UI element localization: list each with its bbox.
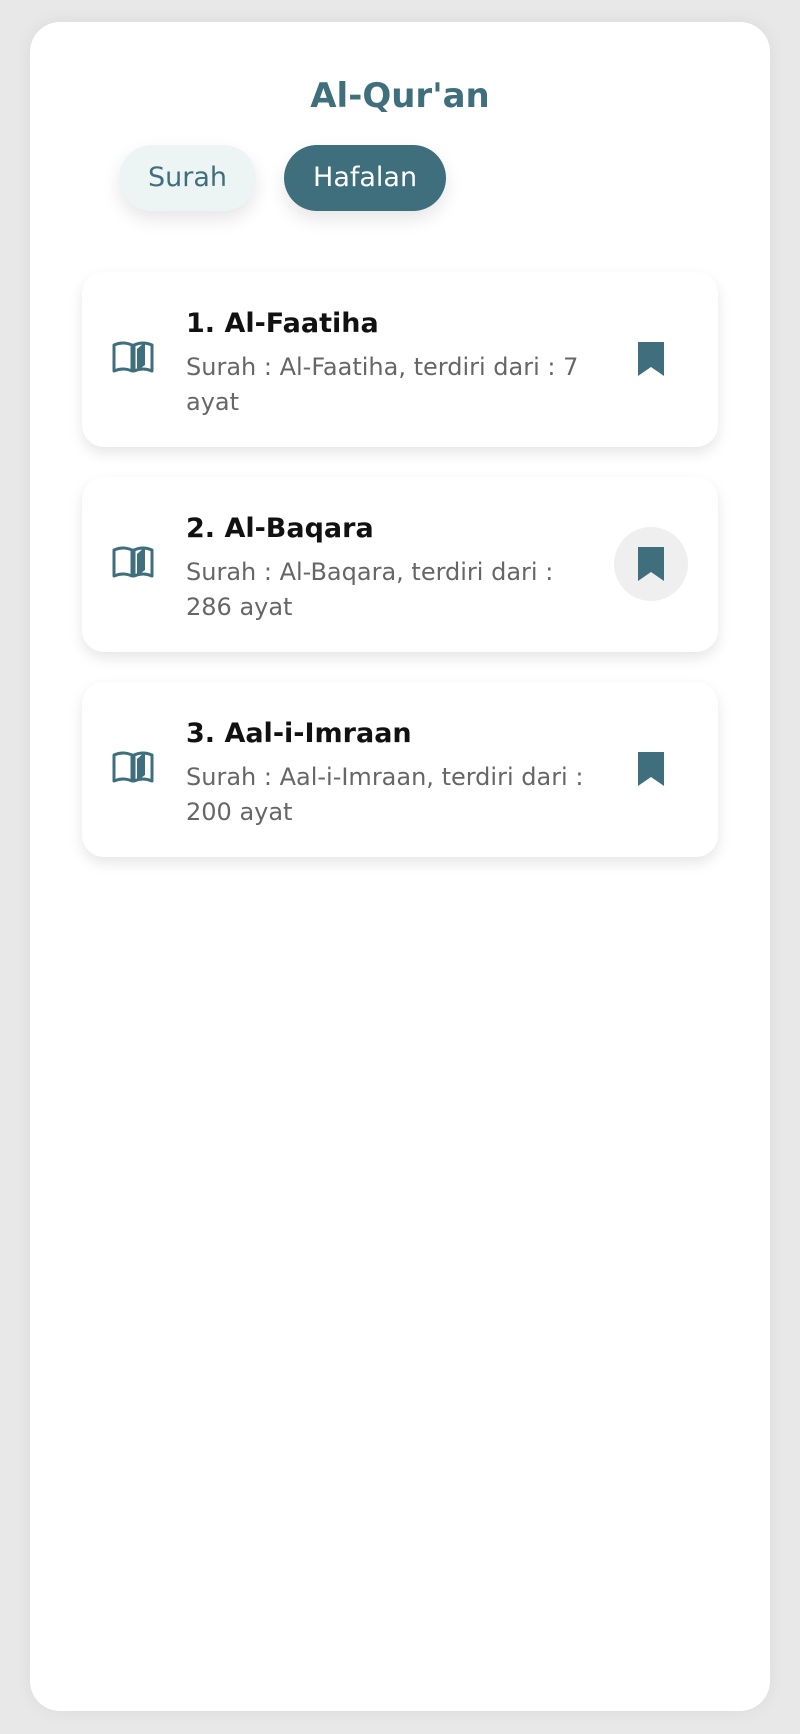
- surah-subtitle: Surah : Al-Faatiha, terdiri dari : 7 aya…: [186, 353, 579, 416]
- list-item[interactable]: 2. Al-Baqara Surah : Al-Baqara, terdiri …: [82, 477, 718, 652]
- bookmark-icon: [638, 752, 664, 786]
- bookmark-icon: [638, 547, 664, 581]
- list-item-text: 3. Aal-i-Imraan Surah : Aal-i-Imraan, te…: [186, 716, 606, 830]
- open-book-icon: [112, 751, 154, 783]
- tab-hafalan[interactable]: Hafalan: [284, 145, 447, 211]
- list-item[interactable]: 3. Aal-i-Imraan Surah : Aal-i-Imraan, te…: [82, 682, 718, 857]
- bookmark-button[interactable]: [614, 322, 688, 396]
- surah-subtitle: Surah : Aal-i-Imraan, terdiri dari : 200…: [186, 763, 584, 826]
- open-book-icon: [112, 546, 154, 578]
- bookmark-button[interactable]: [614, 732, 688, 806]
- surah-list: 1. Al-Faatiha Surah : Al-Faatiha, terdir…: [82, 272, 718, 887]
- list-item-text: 1. Al-Faatiha Surah : Al-Faatiha, terdir…: [186, 306, 606, 420]
- page-title: Al-Qur'an: [310, 76, 490, 116]
- surah-title: 2. Al-Baqara: [186, 513, 374, 544]
- surah-title: 3. Aal-i-Imraan: [186, 718, 412, 749]
- tab-surah[interactable]: Surah: [119, 145, 257, 211]
- app-screen: Al-Qur'an Surah Hafalan 1. Al-Faatiha Su…: [30, 22, 770, 1711]
- tab-bar: Surah Hafalan: [119, 145, 447, 211]
- surah-subtitle: Surah : Al-Baqara, terdiri dari : 286 ay…: [186, 558, 554, 621]
- surah-title: 1. Al-Faatiha: [186, 308, 379, 339]
- list-item[interactable]: 1. Al-Faatiha Surah : Al-Faatiha, terdir…: [82, 272, 718, 447]
- bookmark-icon: [638, 342, 664, 376]
- open-book-icon: [112, 341, 154, 373]
- list-item-text: 2. Al-Baqara Surah : Al-Baqara, terdiri …: [186, 511, 606, 625]
- bookmark-button[interactable]: [614, 527, 688, 601]
